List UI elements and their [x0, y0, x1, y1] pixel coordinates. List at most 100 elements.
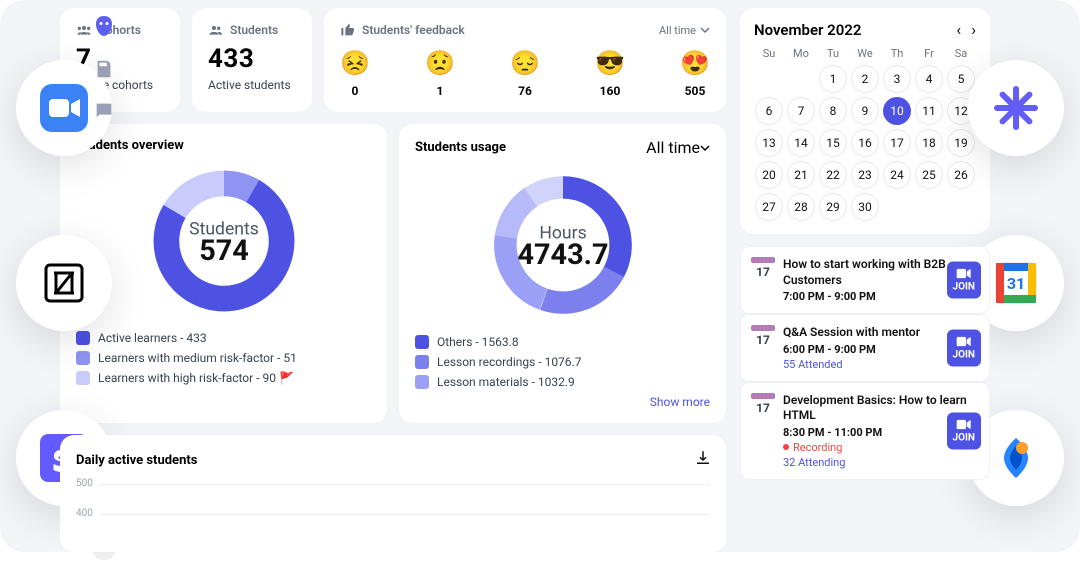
calendar-day[interactable]: 2 — [851, 65, 879, 93]
students-label: Students — [230, 23, 278, 37]
thumbs-up-icon — [340, 22, 356, 38]
calendar-dow: Su — [754, 47, 784, 60]
video-icon — [956, 335, 972, 347]
event-card[interactable]: 17 Development Basics: How to learn HTML… — [740, 382, 990, 480]
feedback-count: 1 — [425, 84, 455, 98]
zoom-icon — [40, 84, 88, 132]
calendar-dow: Sa — [946, 47, 976, 60]
calendar-day[interactable]: 26 — [947, 161, 975, 189]
calendar: November 2022 ‹ › SuMoTuWeThFrSa 1234567… — [740, 8, 990, 234]
heart-eyes-emoji: 😍 — [680, 48, 710, 78]
legend-text: Lesson materials - 1032.9 — [437, 375, 575, 389]
usage-title: Students usage — [415, 140, 506, 155]
legend-row: Lesson recordings - 1076.7 — [415, 355, 710, 369]
event-card[interactable]: 17 Q&A Session with mentor 6:00 PM - 9:0… — [740, 314, 990, 382]
feedback-item: 😣0 — [340, 48, 370, 98]
calendar-dow: Tu — [818, 47, 848, 60]
calendar-day[interactable]: 27 — [755, 193, 783, 221]
calendar-day[interactable]: 11 — [915, 97, 943, 125]
nav-save-icon[interactable] — [93, 58, 115, 80]
event-date: 17 — [751, 325, 775, 371]
calendar-day[interactable]: 19 — [947, 129, 975, 157]
calendar-day[interactable]: 10 — [883, 97, 911, 125]
join-button[interactable]: JOIN — [947, 262, 981, 299]
calendar-day[interactable]: 16 — [851, 129, 879, 157]
calendar-day[interactable]: 29 — [819, 193, 847, 221]
legend-text: Learners with medium risk-factor - 51 — [98, 351, 297, 365]
calendar-day[interactable]: 3 — [883, 65, 911, 93]
join-button[interactable]: JOIN — [947, 412, 981, 449]
ytick-500: 500 — [76, 478, 93, 489]
legend-swatch — [415, 375, 429, 389]
calendar-day[interactable]: 25 — [915, 161, 943, 189]
nav-chat-icon[interactable] — [93, 100, 115, 122]
video-icon — [956, 268, 972, 280]
feedback-filter[interactable]: All time — [659, 24, 710, 37]
confounded-emoji: 😣 — [340, 48, 370, 78]
calendar-day[interactable]: 15 — [819, 129, 847, 157]
calendar-day[interactable]: 17 — [883, 129, 911, 157]
integration-loom[interactable] — [968, 60, 1064, 156]
calendar-day[interactable]: 20 — [755, 161, 783, 189]
sad-emoji: 😟 — [425, 48, 455, 78]
calendar-day[interactable]: 30 — [851, 193, 879, 221]
usage-filter[interactable]: All time — [646, 138, 710, 157]
chevron-down-icon — [700, 143, 710, 153]
daily-title: Daily active students — [76, 453, 197, 468]
legend-text: Learners with high risk-factor - 90 🚩 — [98, 371, 294, 385]
feedback-count: 0 — [340, 84, 370, 98]
calendar-day[interactable]: 14 — [787, 129, 815, 157]
logo-owl-icon — [92, 14, 116, 38]
calendar-next[interactable]: › — [971, 20, 976, 39]
calendar-dow: Mo — [786, 47, 816, 60]
usage-show-more[interactable]: Show more — [415, 395, 710, 409]
calendar-day[interactable]: 21 — [787, 161, 815, 189]
legend-text: Others - 1563.8 — [437, 335, 519, 349]
event-meta: 32 Attending — [783, 456, 979, 469]
feedback-item: 😎160 — [595, 48, 625, 98]
calendar-day[interactable]: 13 — [755, 129, 783, 157]
calendar-day[interactable]: 28 — [787, 193, 815, 221]
svg-text:4743.7: 4743.7 — [517, 238, 608, 272]
legend-swatch — [415, 355, 429, 369]
event-card[interactable]: 17 How to start working with B2B Custome… — [740, 246, 990, 314]
notion-icon — [40, 259, 88, 307]
calendar-day[interactable]: 18 — [915, 129, 943, 157]
calendar-day[interactable]: 9 — [851, 97, 879, 125]
calendar-day[interactable]: 1 — [819, 65, 847, 93]
feedback-item: 😍 505 — [680, 48, 710, 98]
card-feedback: Students' feedback All time 😣0😟1😔76😎160😍… — [324, 8, 726, 112]
legend-text: Lesson recordings - 1076.7 — [437, 355, 581, 369]
feedback-count: 505 — [680, 84, 710, 98]
calendar-day[interactable]: 23 — [851, 161, 879, 189]
card-daily-active: Daily active students 500 400 — [60, 435, 726, 552]
calendar-day[interactable]: 4 — [915, 65, 943, 93]
calendar-dow: Fr — [914, 47, 944, 60]
chevron-down-icon — [700, 25, 710, 35]
google-calendar-icon: 31 — [992, 259, 1040, 307]
calendar-day[interactable]: 6 — [755, 97, 783, 125]
event-date: 17 — [751, 257, 775, 303]
feedback-title: Students' feedback — [362, 23, 465, 37]
ytick-400: 400 — [76, 508, 93, 519]
relaxed-emoji: 😔 — [510, 48, 540, 78]
jira-icon — [992, 434, 1040, 482]
legend-row: Others - 1563.8 — [415, 335, 710, 349]
calendar-title: November 2022 — [754, 21, 861, 39]
calendar-prev[interactable]: ‹ — [956, 20, 961, 39]
join-button[interactable]: JOIN — [947, 329, 981, 366]
people-icon — [208, 22, 224, 38]
card-students: Students 433 Active students — [192, 8, 312, 112]
calendar-day[interactable]: 8 — [819, 97, 847, 125]
download-icon[interactable] — [694, 449, 712, 467]
calendar-day[interactable]: 7 — [787, 97, 815, 125]
loom-icon — [992, 84, 1040, 132]
cool-emoji: 😎 — [595, 48, 625, 78]
calendar-day[interactable]: 22 — [819, 161, 847, 189]
feedback-item: 😟1 — [425, 48, 455, 98]
legend-swatch — [415, 335, 429, 349]
overview-donut: Students 574 — [144, 161, 304, 321]
video-icon — [956, 418, 972, 430]
calendar-day[interactable]: 24 — [883, 161, 911, 189]
card-students-usage: Students usage All time Hours 4743.7 Oth… — [399, 124, 726, 423]
